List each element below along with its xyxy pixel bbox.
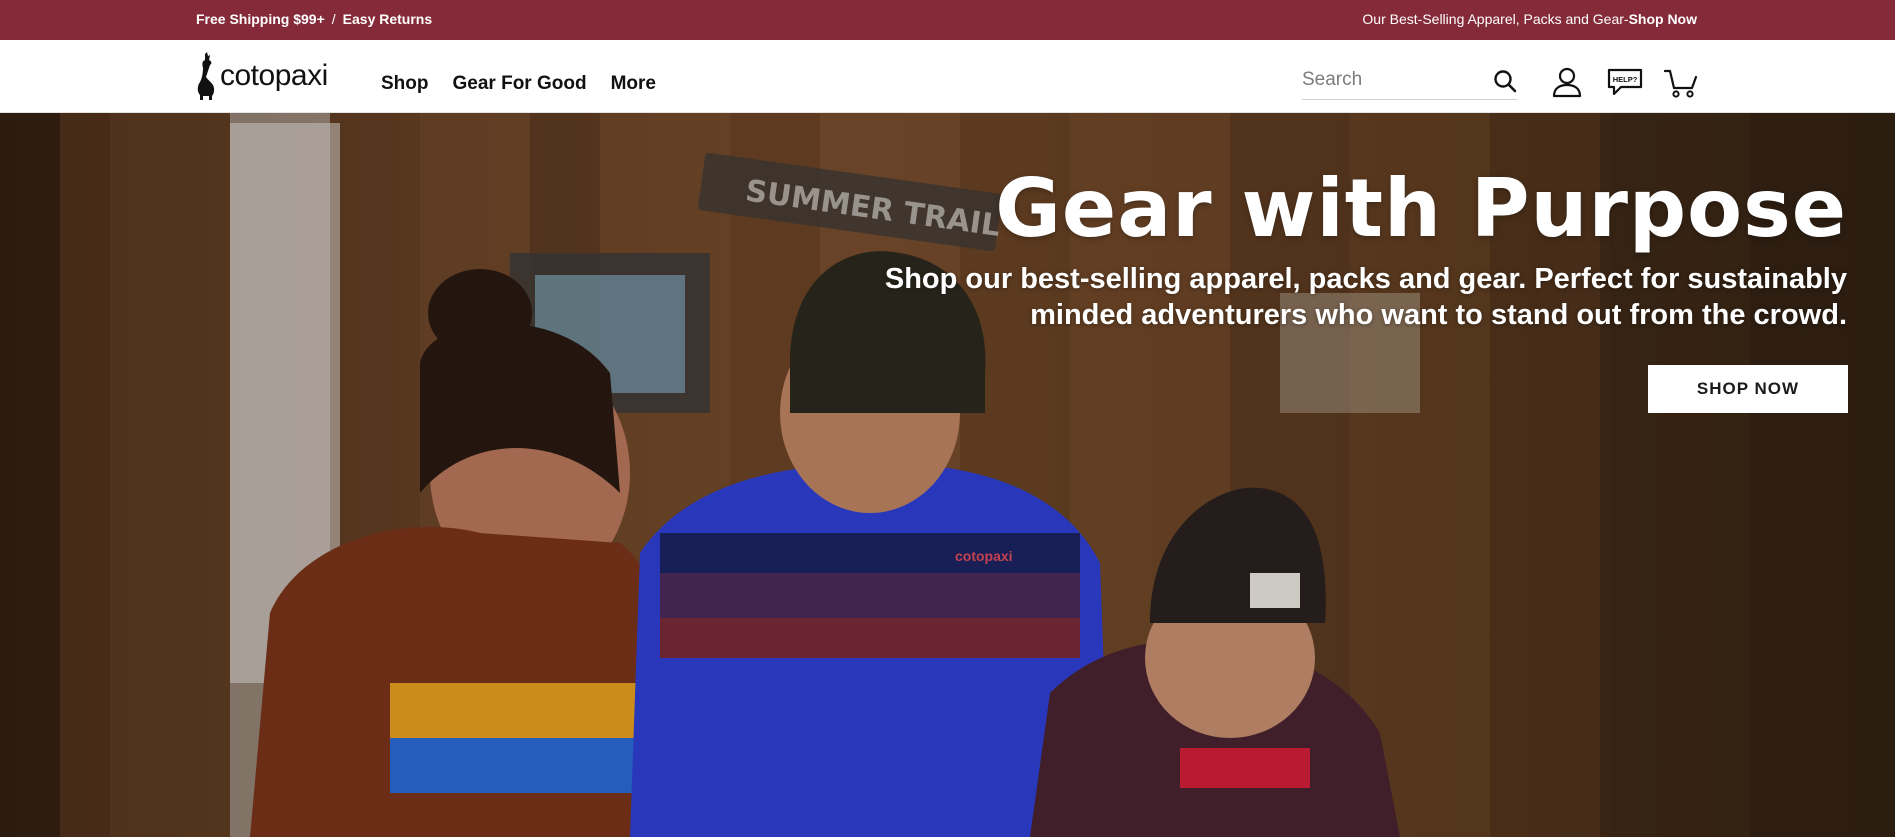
- nav-shop[interactable]: Shop: [381, 74, 429, 93]
- promo-shop-now-link[interactable]: Shop Now: [1629, 11, 1697, 27]
- nav-gear-for-good[interactable]: Gear For Good: [453, 74, 587, 93]
- shipping-info: Free Shipping $99+ / Easy Returns: [196, 11, 432, 27]
- logo-wordmark: cotopaxi: [220, 59, 328, 92]
- cart-icon[interactable]: [1663, 68, 1698, 103]
- site-header: cotopaxi Shop Gear For Good More HELP?: [0, 40, 1895, 113]
- hero-title: Gear with Purpose: [995, 162, 1847, 255]
- announcement-bar: Free Shipping $99+ / Easy Returns Our Best…: [0, 0, 1895, 40]
- free-shipping-text: Free Shipping $99+: [196, 11, 325, 27]
- promo-text: Our Best-Selling Apparel, Packs and Gear…: [1362, 11, 1629, 27]
- search-icon[interactable]: [1493, 69, 1517, 98]
- announcement-separator: /: [331, 11, 336, 27]
- search-bar: [1302, 64, 1517, 100]
- hero-subtitle: Shop our best-selling apparel, packs and…: [884, 263, 1847, 331]
- llama-logo-icon: [197, 52, 215, 100]
- promo-message: Our Best-Selling Apparel, Packs and Gear…: [1362, 11, 1697, 27]
- help-badge-text: HELP?: [1613, 75, 1638, 84]
- easy-returns-text: Easy Returns: [342, 11, 433, 27]
- cotopaxi-logo[interactable]: cotopaxi: [196, 51, 328, 101]
- shop-now-button[interactable]: SHOP NOW: [1648, 365, 1848, 413]
- help-chat-icon[interactable]: HELP?: [1607, 68, 1643, 101]
- search-input[interactable]: [1302, 67, 1482, 93]
- account-icon[interactable]: [1551, 66, 1583, 103]
- main-nav: Shop Gear For Good More: [381, 74, 680, 93]
- nav-more[interactable]: More: [611, 74, 656, 93]
- hero-banner: SUMMER TRAIL cotopaxi Gear with Purpose …: [0, 113, 1895, 837]
